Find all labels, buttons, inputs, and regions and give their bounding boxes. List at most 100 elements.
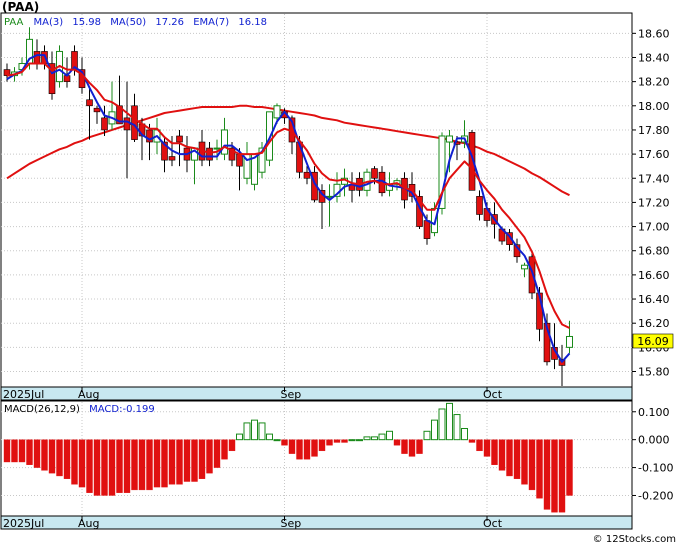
macd-date-label: Sep — [281, 517, 302, 530]
macd-bar-negative — [476, 439, 483, 452]
price-tick-label: 16.20 — [638, 317, 670, 330]
macd-bar-negative — [558, 439, 566, 513]
price-date-label: Aug — [78, 388, 99, 401]
macd-bar-positive — [453, 414, 461, 441]
candle-down — [131, 105, 138, 140]
macd-bar-negative — [536, 439, 543, 499]
macd-bar-negative — [491, 439, 498, 465]
macd-bar-negative — [48, 439, 56, 474]
legend-ema7-label: EMA(7) — [193, 17, 229, 28]
legend-ma3-value: 15.98 — [72, 17, 101, 28]
macd-bar-negative — [288, 439, 296, 454]
macd-bar-negative — [303, 439, 311, 460]
macd-bar-positive — [431, 419, 438, 441]
price-tick-label: 18.20 — [638, 76, 670, 89]
macd-bar-negative — [483, 439, 491, 457]
macd-date-label: Aug — [78, 517, 99, 530]
macd-bar-positive — [438, 408, 446, 441]
price-date-label: Sep — [281, 388, 302, 401]
candle-down — [176, 135, 183, 143]
price-tick-label: 17.60 — [638, 148, 670, 161]
candle-up — [521, 264, 528, 270]
macd-bar-negative — [521, 439, 528, 485]
candle-up — [446, 135, 453, 143]
legend-ticker: PAA — [4, 17, 24, 28]
macd-bar-negative — [341, 439, 348, 443]
price-tick-label: 17.00 — [638, 221, 670, 234]
macd-bar-positive — [356, 439, 363, 442]
macd-bar-negative — [228, 439, 236, 452]
price-tick-label: 18.60 — [638, 27, 670, 40]
macd-bar-negative — [78, 439, 86, 488]
candle-down — [423, 220, 431, 239]
macd-bar-negative — [131, 439, 138, 491]
macd-bar-negative — [296, 439, 303, 460]
macd-bar-positive — [423, 430, 431, 441]
macd-bar-negative — [311, 439, 318, 457]
macd-bar-negative — [221, 439, 228, 460]
macd-bar-positive — [446, 402, 453, 441]
stock-chart: 18.60 18.40 18.20 18.00 17.80 17.60 17.40 17.20… — [0, 0, 676, 545]
macd-bar-negative — [101, 439, 108, 496]
macd-bar-positive — [386, 430, 393, 441]
macd-bar-negative — [11, 439, 18, 463]
candle-down — [206, 147, 213, 161]
candle-down — [101, 117, 108, 131]
legend-ma50-value: 17.26 — [155, 17, 184, 28]
candle-up — [221, 129, 228, 155]
macd-bar-negative — [468, 439, 476, 443]
candle-down — [168, 156, 176, 161]
macd-bar-positive — [266, 433, 273, 441]
chart-title: (PAA) — [2, 0, 39, 14]
macd-bar-negative — [401, 439, 408, 454]
macd-bar-positive — [236, 433, 243, 441]
candle-down — [303, 171, 311, 179]
candle-up — [213, 147, 221, 150]
price-date-label: 2025Jul — [3, 388, 44, 401]
macd-bar-negative — [108, 439, 116, 496]
macd-bar-negative — [123, 439, 131, 493]
candle-down — [86, 99, 93, 107]
macd-bar-negative — [3, 439, 11, 463]
price-tick-label: 16.80 — [638, 245, 670, 258]
macd-bar-negative — [176, 439, 183, 485]
candle-down — [236, 153, 243, 167]
macd-bar-negative — [506, 439, 513, 477]
macd-tick-label: -0.100 — [638, 462, 673, 475]
macd-bar-negative — [161, 439, 168, 488]
macd-bar-negative — [513, 439, 521, 479]
price-tick-label: 16.40 — [638, 293, 670, 306]
legend-ma3-label: MA(3) — [34, 17, 64, 28]
candle-down — [33, 51, 41, 64]
macd-bar-negative — [138, 439, 146, 491]
macd-bar-negative — [281, 439, 288, 446]
macd-bar-negative — [408, 439, 416, 457]
macd-bar-negative — [213, 439, 221, 468]
last-price-tag: 16.09 — [637, 335, 669, 348]
macd-bar-positive — [243, 422, 251, 441]
macd-bar-negative — [318, 439, 326, 452]
macd-bar-negative — [33, 439, 41, 468]
macd-bar-positive — [363, 436, 371, 441]
macd-bar-negative — [26, 439, 33, 465]
macd-bar-negative — [56, 439, 63, 477]
macd-bar-positive — [371, 436, 378, 441]
macd-bar-positive — [348, 439, 356, 442]
macd-bar-negative — [41, 439, 48, 471]
macd-bar-negative — [206, 439, 213, 474]
macd-bar-positive — [273, 439, 281, 442]
price-date-label: Oct — [483, 388, 503, 401]
macd-params-label: MACD(26,12,9) — [4, 404, 80, 415]
macd-bar-negative — [86, 439, 93, 493]
macd-bar-negative — [63, 439, 71, 479]
macd-bar-negative — [168, 439, 176, 485]
macd-bar-positive — [258, 422, 266, 441]
macd-value-label: MACD:-0.199 — [89, 404, 155, 415]
price-tick-label: 17.40 — [638, 172, 670, 185]
macd-bar-negative — [183, 439, 191, 482]
macd-bar-negative — [416, 439, 423, 454]
macd-tick-label: 0.000 — [638, 434, 670, 447]
macd-date-label: 2025Jul — [3, 517, 44, 530]
macd-bar-negative — [116, 439, 123, 493]
macd-bar-negative — [543, 439, 551, 510]
